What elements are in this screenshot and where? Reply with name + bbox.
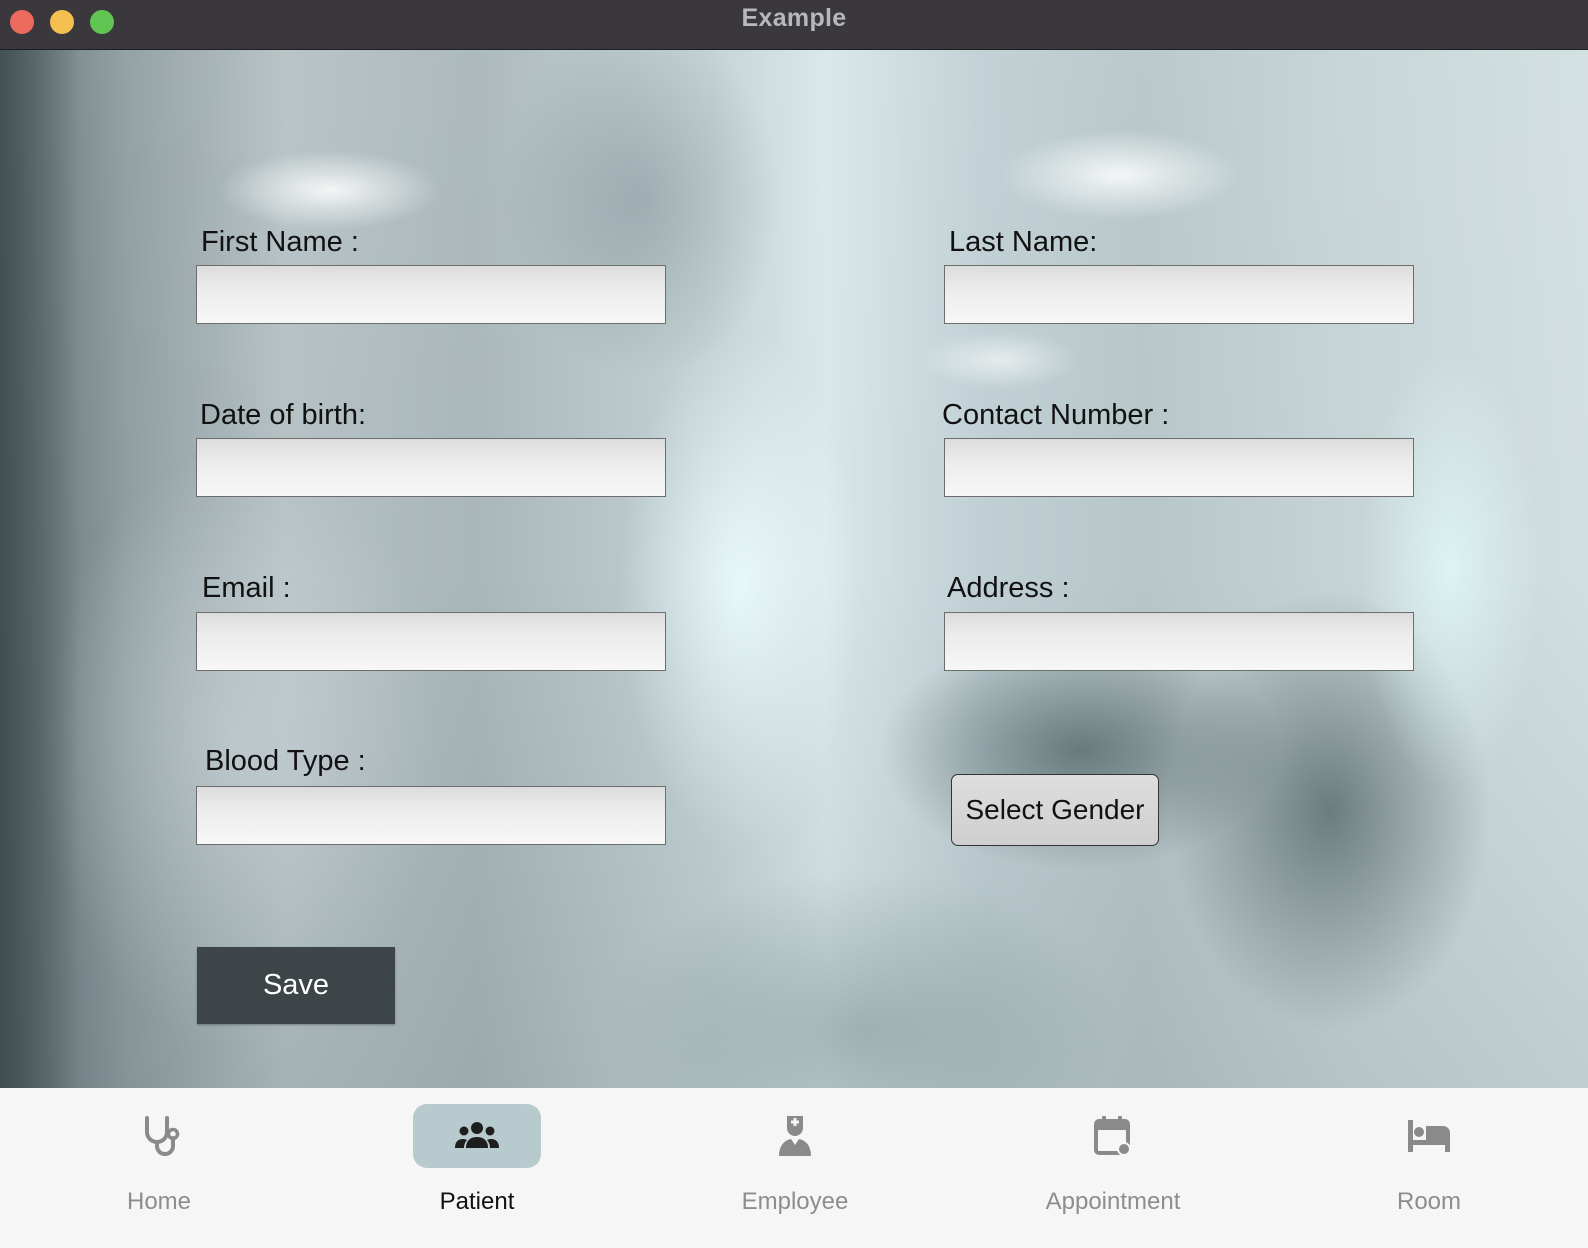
- nav-item-appointment[interactable]: Appointment: [954, 1088, 1272, 1248]
- date-of-birth-label: Date of birth:: [200, 399, 367, 431]
- nav-item-employee[interactable]: Employee: [636, 1088, 954, 1248]
- date-of-birth-field[interactable]: [196, 438, 666, 497]
- contact-number-label: Contact Number :: [942, 399, 1170, 431]
- nav-label-employee: Employee: [741, 1188, 849, 1215]
- first-name-label: First Name :: [201, 226, 359, 258]
- nav-label-patient: Patient: [439, 1188, 515, 1215]
- blood-type-field[interactable]: [196, 786, 666, 845]
- blood-type-label: Blood Type :: [205, 745, 366, 777]
- calendar-event-icon: [1094, 1116, 1131, 1156]
- nav-label-home: Home: [126, 1188, 192, 1215]
- last-name-field[interactable]: [944, 265, 1414, 324]
- bed-icon: [1408, 1120, 1450, 1152]
- stethoscope-icon: [145, 1116, 180, 1156]
- nav-item-home[interactable]: Home: [0, 1088, 318, 1248]
- nurse-icon: [779, 1116, 811, 1156]
- nav-label-appointment: Appointment: [1045, 1188, 1181, 1215]
- save-button[interactable]: Save: [197, 947, 395, 1024]
- title-bar: Example: [0, 0, 1588, 50]
- last-name-label: Last Name:: [949, 226, 1098, 258]
- email-field[interactable]: [196, 612, 666, 671]
- contact-number-field[interactable]: [944, 438, 1414, 497]
- select-gender-button[interactable]: Select Gender: [951, 774, 1159, 846]
- background-image: [0, 50, 80, 1088]
- first-name-field[interactable]: [196, 265, 666, 324]
- nav-item-patient[interactable]: Patient: [318, 1088, 636, 1248]
- address-field[interactable]: [944, 612, 1414, 671]
- window-title: Example: [741, 4, 847, 32]
- email-label: Email :: [202, 572, 291, 604]
- patient-form-area: First Name : Last Name: Date of birth: C…: [0, 50, 1588, 1088]
- people-group-icon: [455, 1122, 499, 1148]
- nav-label-room: Room: [1396, 1188, 1462, 1215]
- bottom-navigation-bar: Home Patient Employee Appointment Room: [0, 1088, 1588, 1248]
- address-label: Address :: [947, 572, 1070, 604]
- app-window: Example First Name : Last Name: Date of …: [0, 0, 1588, 1248]
- nav-item-room[interactable]: Room: [1270, 1088, 1588, 1248]
